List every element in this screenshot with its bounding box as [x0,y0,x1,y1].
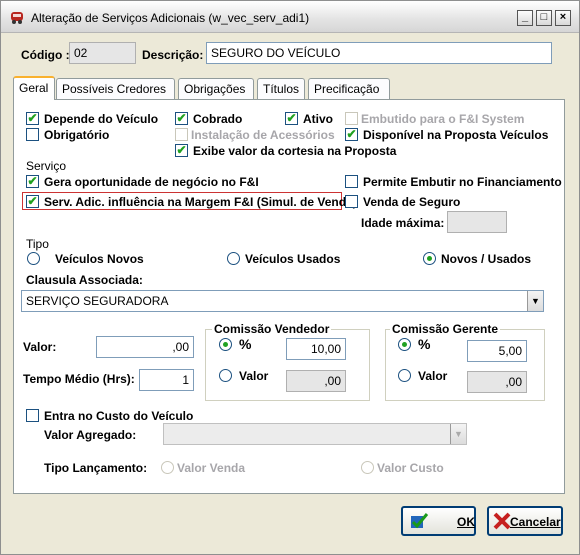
ativo-label: Ativo [303,112,333,126]
cancelar-button[interactable]: Cancelar [487,506,563,536]
comissao-vendedor-title: Comissão Vendedor [212,322,332,336]
comissao-gerente-title: Comissão Gerente [390,322,501,336]
instalacao-label: Instalação de Acessórios [191,128,335,142]
valor-agregado-dropdown: ▼ [163,423,467,445]
ativo-checkbox[interactable]: ✔ [285,112,298,125]
radio-valor-custo [361,461,374,474]
depende-veiculo-checkbox[interactable]: ✔ [26,112,39,125]
tempo-medio-field[interactable]: 1 [139,369,194,391]
disponivel-checkbox[interactable]: ✔ [345,128,358,141]
codigo-field[interactable]: 02 [69,42,136,64]
veiculos-novos-label: Veículos Novos [55,252,144,266]
title-bar[interactable]: Alteração de Serviços Adicionais (w_vec_… [1,1,579,33]
veiculos-usados-label: Veículos Usados [245,252,341,266]
radio-gerente-valor[interactable] [398,369,411,382]
valor-agregado-label: Valor Agregado: [44,428,137,442]
radio-gerente-pct[interactable] [398,338,411,351]
permite-embutir-label: Permite Embutir no Financiamento [363,175,562,189]
descricao-field[interactable]: SEGURO DO VEÍCULO [206,42,552,64]
vendedor-pct-label: % [239,336,252,352]
radio-veiculos-usados[interactable] [227,252,240,265]
obrigatorio-checkbox[interactable] [26,128,39,141]
serv-adic-checkbox[interactable]: ✔ [26,195,39,208]
venda-seguro-label: Venda de Seguro [363,195,461,209]
novos-usados-label: Novos / Usados [441,252,532,266]
venda-seguro-checkbox[interactable] [345,195,358,208]
tab-precificacao[interactable]: Precificação [308,78,390,99]
tipo-section-label: Tipo [26,237,49,251]
clausula-value: SERVIÇO SEGURADORA [26,294,169,308]
check-ok-icon [411,513,429,529]
gerente-pct-field[interactable]: 5,00 [467,340,527,362]
tempo-medio-label: Tempo Médio (Hrs): [23,372,135,386]
minimize-button[interactable]: _ [517,10,533,26]
window-title: Alteração de Serviços Adicionais (w_vec_… [31,11,310,25]
dialog-window: Alteração de Serviços Adicionais (w_vec_… [0,0,580,555]
cancelar-label: Cancelar [510,515,561,529]
permite-embutir-checkbox[interactable] [345,175,358,188]
radio-novos-usados[interactable] [423,252,436,265]
vendedor-valor-label: Valor [239,369,269,383]
idade-maxima-label: Idade máxima: [361,216,445,230]
valor-label: Valor: [23,340,57,354]
servico-section-label: Serviço [26,159,67,173]
exibe-valor-label: Exibe valor da cortesia na Proposta [193,144,397,158]
vendedor-valor-field: ,00 [286,370,346,392]
valor-venda-label: Valor Venda [177,461,246,475]
tab-obrigacoes[interactable]: Obrigações [178,78,254,99]
idade-maxima-field [447,211,507,233]
radio-vendedor-valor[interactable] [219,369,232,382]
gerente-pct-label: % [418,336,431,352]
disponivel-label: Disponível na Proposta Veículos [363,128,549,142]
tab-geral[interactable]: Geral [13,76,55,100]
descricao-label: Descrição: [142,48,204,62]
maximize-button[interactable]: □ [536,10,552,26]
chevron-down-icon: ▼ [450,424,466,444]
entra-custo-label: Entra no Custo do Veículo [44,409,194,423]
gerente-valor-field: ,00 [467,371,527,393]
car-app-icon [11,12,23,24]
tab-titulos[interactable]: Títulos [257,78,305,99]
tipo-lancamento-label: Tipo Lançamento: [44,461,148,475]
tab-possiveis-credores[interactable]: Possíveis Credores [56,78,175,99]
serv-adic-label: Serv. Adic. influência na Margem F&I (Si… [44,195,357,209]
gera-oportunidade-checkbox[interactable]: ✔ [26,175,39,188]
close-button[interactable]: × [555,10,571,26]
embutido-checkbox [345,112,358,125]
chevron-down-icon[interactable]: ▼ [527,291,543,311]
vendedor-pct-field[interactable]: 10,00 [286,338,346,360]
radio-valor-venda [161,461,174,474]
clausula-dropdown[interactable]: SERVIÇO SEGURADORA ▼ [21,290,544,312]
embutido-label: Embutido para o F&I System [361,112,525,126]
exibe-valor-checkbox[interactable]: ✔ [175,144,188,157]
ok-label: OK [457,515,475,529]
cobrado-label: Cobrado [193,112,243,126]
cobrado-checkbox[interactable]: ✔ [175,112,188,125]
gerente-valor-label: Valor [418,369,448,383]
radio-veiculos-novos[interactable] [27,252,40,265]
clausula-label: Clausula Associada: [26,273,143,287]
valor-field[interactable]: ,00 [96,336,194,358]
obrigatorio-label: Obrigatório [44,128,110,142]
entra-custo-checkbox[interactable] [26,409,39,422]
instalacao-checkbox [175,128,188,141]
radio-vendedor-pct[interactable] [219,338,232,351]
cancel-x-icon [493,512,511,530]
valor-custo-label: Valor Custo [377,461,444,475]
ok-button[interactable]: OK [401,506,476,536]
gera-oportunidade-label: Gera oportunidade de negócio no F&I [44,175,259,189]
depende-veiculo-label: Depende do Veículo [44,112,159,126]
codigo-label: Código : [21,48,70,62]
